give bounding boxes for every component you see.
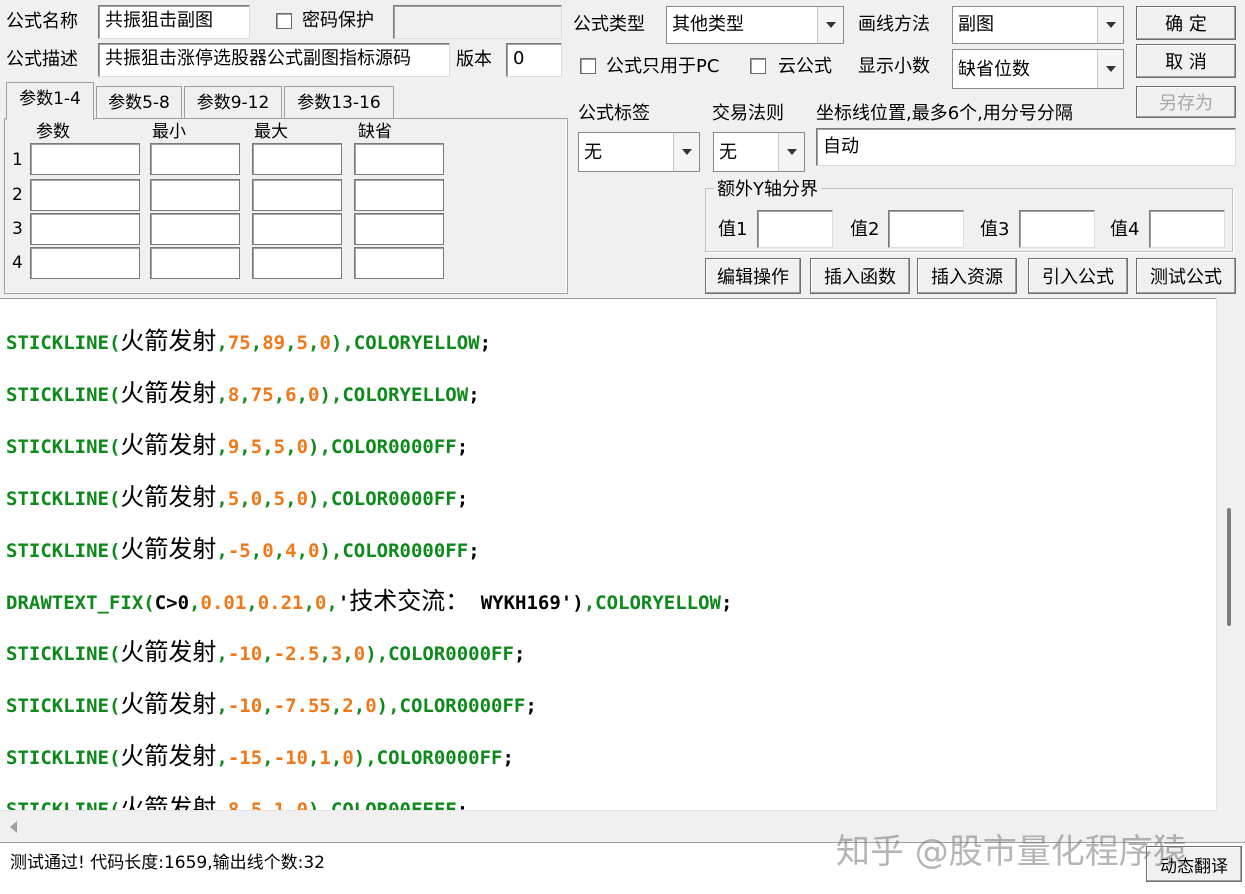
param-name-input[interactable] <box>30 247 140 279</box>
y-value-input[interactable] <box>757 210 833 248</box>
type-label: 公式类型 <box>573 14 645 35</box>
param-min-input[interactable] <box>150 213 240 245</box>
formula-type-select[interactable]: 其他类型 <box>666 6 844 44</box>
param-row-number: 3 <box>12 219 23 239</box>
save-as-button[interactable]: 另存为 <box>1136 86 1236 118</box>
insert-function-button[interactable]: 插入函数 <box>810 258 910 294</box>
code-editor[interactable]: STICKLINE(火箭发射,75,89,5,0),COLORYELLOW; ST… <box>0 298 1216 810</box>
param-max-input[interactable] <box>252 213 342 245</box>
param-max-input[interactable] <box>252 247 342 279</box>
param-header-default: 缺省 <box>358 122 392 142</box>
insert-resource-button[interactable]: 插入资源 <box>917 258 1017 294</box>
param-name-input[interactable] <box>30 179 140 211</box>
ok-button[interactable]: 确 定 <box>1136 6 1236 40</box>
param-row-number: 1 <box>12 150 23 170</box>
param-min-input[interactable] <box>150 179 240 211</box>
pc-only-label: 公式只用于PC <box>606 56 720 77</box>
horizontal-scrollbar[interactable] <box>0 810 1216 842</box>
draw-method-value: 副图 <box>958 14 994 35</box>
cloud-label: 云公式 <box>778 56 832 77</box>
tab-params-1-4[interactable]: 参数1-4 <box>6 82 94 120</box>
chevron-down-icon[interactable] <box>673 133 699 171</box>
param-min-input[interactable] <box>150 143 240 175</box>
y-value-input[interactable] <box>1149 210 1225 248</box>
name-label: 公式名称 <box>6 11 78 32</box>
scroll-thumb[interactable] <box>1227 508 1231 626</box>
y-value-label: 值1 <box>718 219 748 240</box>
code-line[interactable]: STICKLINE(火箭发射,8,5,1,0),COLOR00FFFF; <box>6 794 468 810</box>
decimals-select[interactable]: 缺省位数 <box>952 49 1124 89</box>
formula-type-value: 其他类型 <box>672 14 744 35</box>
password-checkbox[interactable] <box>276 13 292 29</box>
draw-method-select[interactable]: 副图 <box>952 6 1124 44</box>
formula-desc-input[interactable]: 共振狙击涨停选股器公式副图指标源码 <box>98 43 450 77</box>
tag-label: 公式标签 <box>578 103 650 124</box>
password-input[interactable] <box>393 5 562 39</box>
y-value-input[interactable] <box>888 210 964 248</box>
draw-label: 画线方法 <box>858 14 930 35</box>
axis-lines-input[interactable]: 自动 <box>816 128 1236 166</box>
dynamic-translate-button[interactable]: 动态翻译 <box>1146 846 1242 882</box>
scroll-left-icon[interactable] <box>10 821 17 833</box>
formula-name-input[interactable]: 共振狙击副图 <box>98 5 250 39</box>
status-message: 测试通过! 代码长度:1659,输出线个数:32 <box>10 853 325 873</box>
param-header-min: 最小 <box>152 122 186 142</box>
param-default-input[interactable] <box>354 213 444 245</box>
version-input[interactable]: 0 <box>506 43 562 77</box>
param-header-max: 最大 <box>254 122 288 142</box>
chevron-down-icon[interactable] <box>1097 7 1123 43</box>
tag-value: 无 <box>584 142 602 163</box>
code-line[interactable]: STICKLINE(火箭发射,9,5,5,0),COLOR0000FF; <box>6 431 468 461</box>
rule-select[interactable]: 无 <box>713 132 805 172</box>
decimals-value: 缺省位数 <box>958 59 1030 80</box>
password-label: 密码保护 <box>302 10 374 31</box>
code-line[interactable]: DRAWTEXT_FIX(C>0,0.01,0.21,0,'技术交流： WYKH… <box>6 587 732 617</box>
chevron-down-icon[interactable] <box>817 7 843 43</box>
code-line[interactable]: STICKLINE(火箭发射,-10,-7.55,2,0),COLOR0000F… <box>6 690 537 720</box>
chevron-down-icon[interactable] <box>1097 50 1123 88</box>
code-line[interactable]: STICKLINE(火箭发射,-5,0,4,0),COLOR0000FF; <box>6 535 480 565</box>
chevron-down-icon[interactable] <box>778 133 804 171</box>
status-bar: 测试通过! 代码长度:1659,输出线个数:32 <box>0 842 1245 894</box>
param-default-input[interactable] <box>354 247 444 279</box>
tab-params-9-12[interactable]: 参数9-12 <box>184 86 282 118</box>
pc-only-checkbox[interactable] <box>580 58 596 74</box>
param-min-input[interactable] <box>150 247 240 279</box>
y-value-label: 值3 <box>980 219 1010 240</box>
param-name-input[interactable] <box>30 213 140 245</box>
import-formula-button[interactable]: 引入公式 <box>1028 258 1128 294</box>
y-value-label: 值2 <box>850 219 880 240</box>
version-label: 版本 <box>456 49 492 70</box>
tab-params-5-8[interactable]: 参数5-8 <box>96 86 182 118</box>
param-header-name: 参数 <box>36 122 70 142</box>
code-line[interactable]: STICKLINE(火箭发射,75,89,5,0),COLORYELLOW; <box>6 327 491 357</box>
extra-y-axis-title: 额外Y轴分界 <box>714 179 821 201</box>
param-default-input[interactable] <box>354 179 444 211</box>
test-formula-button[interactable]: 测试公式 <box>1136 258 1236 294</box>
rule-value: 无 <box>719 142 737 163</box>
code-line[interactable]: STICKLINE(火箭发射,5,0,5,0),COLOR0000FF; <box>6 483 468 513</box>
tab-params-13-16[interactable]: 参数13-16 <box>284 86 394 118</box>
param-max-input[interactable] <box>252 143 342 175</box>
param-default-input[interactable] <box>354 143 444 175</box>
y-value-label: 值4 <box>1110 219 1140 240</box>
decimals-label: 显示小数 <box>858 56 930 77</box>
cancel-button[interactable]: 取 消 <box>1136 44 1236 78</box>
param-row-number: 2 <box>12 185 23 205</box>
vertical-scrollbar[interactable] <box>1216 298 1245 810</box>
axis-label: 坐标线位置,最多6个,用分号分隔 <box>816 103 1073 124</box>
y-value-input[interactable] <box>1019 210 1095 248</box>
param-row-number: 4 <box>12 253 23 273</box>
code-line[interactable]: STICKLINE(火箭发射,-10,-2.5,3,0),COLOR0000FF… <box>6 638 525 668</box>
param-name-input[interactable] <box>30 143 140 175</box>
param-max-input[interactable] <box>252 179 342 211</box>
code-line[interactable]: STICKLINE(火箭发射,-15,-10,1,0),COLOR0000FF; <box>6 742 514 772</box>
cloud-checkbox[interactable] <box>750 58 766 74</box>
edit-ops-button[interactable]: 编辑操作 <box>705 258 801 294</box>
desc-label: 公式描述 <box>6 49 78 70</box>
tag-select[interactable]: 无 <box>578 132 700 172</box>
code-line[interactable]: STICKLINE(火箭发射,8,75,6,0),COLORYELLOW; <box>6 379 480 409</box>
rule-label: 交易法则 <box>712 103 784 124</box>
